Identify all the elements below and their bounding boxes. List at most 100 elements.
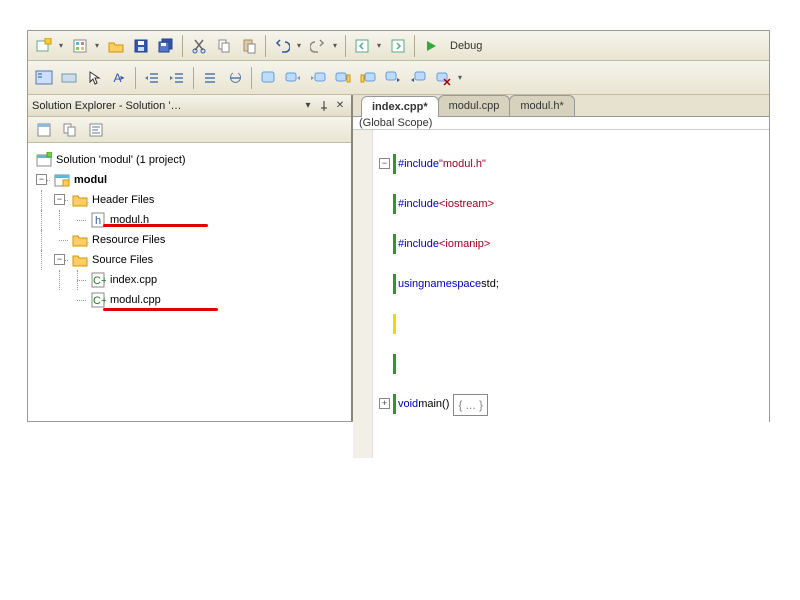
code-token: #include [398,154,439,174]
save-button[interactable] [129,34,153,58]
file-modul-cpp[interactable]: C++ modul.cpp [32,290,347,310]
comment-button[interactable] [198,66,222,90]
bookmark-go-icon [385,70,401,86]
solution-icon [36,152,52,168]
dropdown-icon[interactable]: ▾ [456,73,464,82]
show-all-icon [62,122,78,138]
redo-button[interactable] [306,34,330,58]
bookmark6-button[interactable] [381,66,405,90]
tab-label: modul.h* [520,100,563,112]
bookmark-clear-button[interactable] [431,66,455,90]
panel-title-bar: Solution Explorer - Solution '… ▾ ✕ [28,95,351,117]
view-code-button[interactable] [84,118,108,142]
panel-title: Solution Explorer - Solution '… [32,100,181,112]
new-project-button[interactable] [32,34,56,58]
tab-label: modul.cpp [449,100,500,112]
bookmark1-button[interactable] [256,66,280,90]
list-icon [35,70,53,86]
scope-dropdown[interactable]: (Global Scope) [353,117,769,130]
dropdown-icon[interactable]: ▾ [375,41,383,50]
properties-button[interactable] [32,118,56,142]
source-files-label: Source Files [92,254,153,266]
code-area[interactable]: −#include "modul.h" #include <iostream> … [353,130,769,458]
cut-button[interactable] [187,34,211,58]
paste-button[interactable] [237,34,261,58]
header-files-node[interactable]: − Header Files [32,190,347,210]
code-icon [88,122,104,138]
open-button[interactable] [104,34,128,58]
code-token: namespace [424,274,481,294]
redo-icon [310,38,326,54]
indent-dec-button[interactable] [140,66,164,90]
resource-files-label: Resource Files [92,234,165,246]
undo-button[interactable] [270,34,294,58]
add-item-icon [72,38,88,54]
dropdown-icon[interactable]: ▾ [93,41,101,50]
cursor-icon [87,70,101,86]
separator [414,35,415,57]
code-token: #include [398,234,439,254]
code-token: using [398,274,424,294]
dropdown-icon[interactable]: ▾ [331,41,339,50]
properties-icon [36,122,52,138]
file-modul-h[interactable]: h modul.h [32,210,347,230]
tab-modul-h[interactable]: modul.h* [509,95,574,116]
scope-label: (Global Scope) [359,117,432,129]
code-text[interactable]: −#include "modul.h" #include <iostream> … [373,130,769,458]
copy-button[interactable] [212,34,236,58]
bookmark4-button[interactable] [331,66,355,90]
solution-explorer-panel: Solution Explorer - Solution '… ▾ ✕ Solu… [28,95,353,421]
config-label: Debug [450,40,482,52]
dropdown-icon[interactable]: ▾ [295,41,303,50]
source-files-node[interactable]: − Source Files [32,250,347,270]
nav-back-button[interactable] [350,34,374,58]
code-token: <iostream> [439,194,494,214]
panel-close-button[interactable]: ✕ [333,99,347,113]
undo-icon [274,38,290,54]
nav-fwd-button[interactable] [386,34,410,58]
code-token: std [481,274,496,294]
cpp-file-icon: C++ [90,272,106,288]
pin-icon[interactable] [317,99,331,113]
tab-modul-cpp[interactable]: modul.cpp [438,95,511,116]
save-all-icon [158,38,174,54]
bookmark5-button[interactable] [356,66,380,90]
indent-inc-button[interactable] [165,66,189,90]
cursor-button[interactable] [82,66,106,90]
add-item-button[interactable] [68,34,92,58]
show-all-button[interactable] [58,118,82,142]
resource-files-node[interactable]: Resource Files [32,230,347,250]
panel-menu-button[interactable]: ▾ [301,99,315,113]
tab-label: index.cpp* [372,101,428,113]
toolbar-main: ▾ ▾ ▾ ▾ ▾ Debug [28,31,769,61]
collapsed-region[interactable]: { ... } [453,394,488,416]
solution-tree: Solution 'modul' (1 project) − modul − H… [28,143,351,421]
tab-index-cpp[interactable]: index.cpp* [361,96,439,117]
code-token: main() [418,394,449,414]
bookmark2-button[interactable] [281,66,305,90]
nav-fwd-icon [390,38,406,54]
file-label: modul.cpp [110,294,161,306]
save-icon [133,38,149,54]
dropdown-icon[interactable]: ▾ [57,41,65,50]
fold-button[interactable]: + [379,398,390,409]
param-info-button[interactable] [57,66,81,90]
toolbar-code: A▸ ▾ [28,61,769,95]
save-all-button[interactable] [154,34,178,58]
solution-root-node[interactable]: Solution 'modul' (1 project) [32,150,347,170]
comment-icon [202,70,218,86]
uncomment-button[interactable] [223,66,247,90]
separator [193,67,194,89]
project-node[interactable]: − modul [32,170,347,190]
separator [135,67,136,89]
bookmark3-button[interactable] [306,66,330,90]
bookmark7-button[interactable] [406,66,430,90]
file-index-cpp[interactable]: C++ index.cpp [32,270,347,290]
fold-button[interactable]: − [379,158,390,169]
bookmark-clear-icon [435,70,451,86]
start-debug-button[interactable] [419,34,443,58]
list-members-button[interactable] [32,66,56,90]
text-size-button[interactable]: A▸ [107,66,131,90]
code-editor: index.cpp* modul.cpp modul.h* (Global Sc… [353,95,769,421]
folder-icon [72,193,88,207]
